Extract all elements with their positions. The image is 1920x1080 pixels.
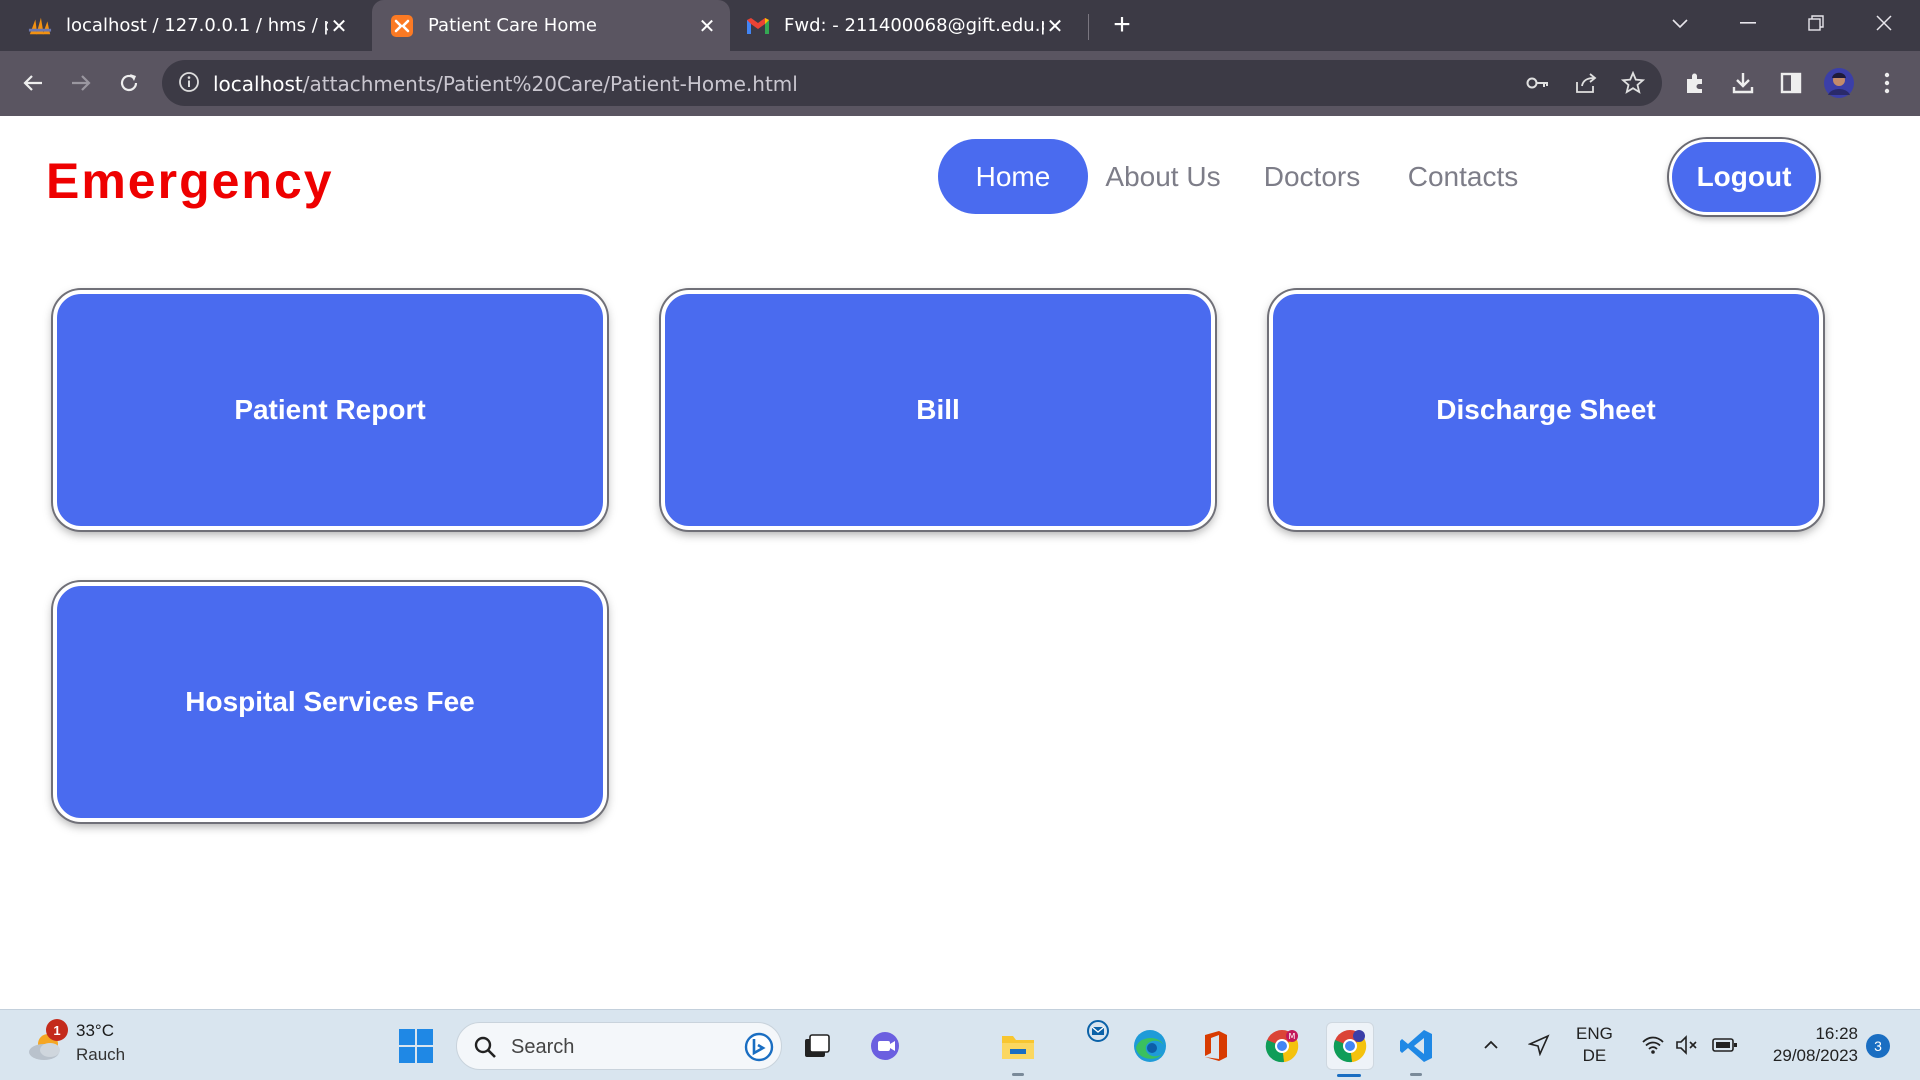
brand-title: Emergency [46, 153, 334, 209]
nav-contacts[interactable]: Contacts [1398, 139, 1528, 214]
keyboard-layout: DE [1582, 1046, 1607, 1065]
active-indicator [1337, 1074, 1361, 1077]
search-placeholder: Search [511, 1036, 575, 1058]
file-explorer-icon[interactable] [996, 1024, 1040, 1076]
url-path: /attachments/Patient%20Care/Patient-Home… [302, 72, 798, 96]
volume-muted-icon[interactable] [1672, 1030, 1702, 1060]
task-view-icon[interactable] [795, 1024, 839, 1068]
window-close-icon[interactable] [1864, 8, 1904, 38]
card-hospital-services-fee[interactable]: Hospital Services Fee [53, 582, 607, 822]
extensions-puzzle-icon[interactable] [1676, 64, 1714, 102]
language-indicator[interactable]: ENG DE [1576, 1023, 1613, 1067]
windows-taskbar: 1 33°C Rauch Search M ENG DE 16:28 29/08… [0, 1009, 1920, 1080]
close-icon[interactable]: ✕ [696, 14, 718, 38]
weather-badge: 1 [46, 1019, 68, 1041]
close-icon[interactable]: ✕ [328, 14, 350, 38]
close-icon[interactable]: ✕ [1044, 14, 1066, 38]
site-info-icon[interactable] [178, 71, 202, 95]
chrome-profile-icon[interactable]: M [1260, 1024, 1304, 1068]
password-key-icon[interactable] [1524, 69, 1552, 97]
chrome-active-icon[interactable] [1326, 1022, 1374, 1077]
battery-icon[interactable] [1710, 1030, 1740, 1060]
browser-tab-strip: localhost / 127.0.0.1 / hms / patie ✕ Pa… [0, 0, 1920, 51]
running-indicator [1410, 1073, 1422, 1076]
notification-badge[interactable]: 3 [1866, 1034, 1890, 1058]
browser-toolbar: localhost/attachments/Patient%20Care/Pat… [0, 51, 1920, 116]
xampp-icon [390, 14, 414, 38]
card-bill[interactable]: Bill [661, 290, 1215, 530]
wifi-icon[interactable] [1638, 1030, 1668, 1060]
phpmyadmin-icon [28, 14, 52, 38]
card-discharge-sheet[interactable]: Discharge Sheet [1269, 290, 1823, 530]
side-panel-icon[interactable] [1772, 64, 1810, 102]
tab-title: localhost / 127.0.0.1 / hms / patie [66, 15, 328, 36]
minimize-icon[interactable] [1728, 8, 1768, 38]
edge-browser-icon[interactable] [1128, 1024, 1172, 1068]
language-code: ENG [1576, 1024, 1613, 1043]
weather-temperature[interactable]: 33°C [76, 1021, 114, 1041]
weather-description[interactable]: Rauch [76, 1045, 125, 1065]
svg-text:M: M [1289, 1032, 1296, 1041]
address-bar[interactable]: localhost/attachments/Patient%20Care/Pat… [162, 60, 1662, 106]
tab-title: Fwd: - 211400068@gift.edu.pk - [784, 15, 1044, 36]
more-menu-icon[interactable] [1868, 64, 1906, 102]
page-content: Emergency Home About Us Doctors Contacts… [0, 116, 1920, 1009]
tab-gmail[interactable]: Fwd: - 211400068@gift.edu.pk - ✕ [742, 0, 1078, 51]
tab-patient-care-home[interactable]: Patient Care Home ✕ [372, 0, 730, 51]
restore-icon[interactable] [1796, 8, 1836, 38]
bookmark-star-icon[interactable] [1619, 69, 1647, 97]
running-indicator [1012, 1073, 1024, 1076]
tab-phpmyadmin[interactable]: localhost / 127.0.0.1 / hms / patie ✕ [14, 0, 362, 51]
back-arrow-icon[interactable] [14, 64, 52, 102]
gmail-icon [746, 14, 770, 38]
tab-divider [1088, 14, 1089, 40]
teams-chat-icon[interactable] [864, 1024, 908, 1068]
location-arrow-icon[interactable] [1524, 1030, 1554, 1060]
nav-about-us[interactable]: About Us [1098, 139, 1228, 214]
bing-chat-icon[interactable] [743, 1031, 775, 1063]
url-host: localhost [213, 72, 303, 96]
outlook-mail-icon[interactable] [1076, 1016, 1120, 1046]
new-tab-plus-icon[interactable]: + [1108, 10, 1136, 40]
nav-doctors[interactable]: Doctors [1250, 139, 1374, 214]
reload-icon[interactable] [110, 64, 148, 102]
vscode-icon[interactable] [1394, 1024, 1438, 1076]
tab-title: Patient Care Home [428, 15, 597, 36]
clock-date: 29/08/2023 [1772, 1046, 1858, 1065]
download-icon[interactable] [1724, 64, 1762, 102]
url-text: localhost/attachments/Patient%20Care/Pat… [213, 72, 798, 96]
taskbar-search[interactable]: Search [456, 1022, 782, 1070]
tray-chevron-up-icon[interactable] [1476, 1030, 1506, 1060]
system-clock[interactable]: 16:28 29/08/2023 [1756, 1023, 1858, 1067]
clock-time: 16:28 [1815, 1024, 1858, 1043]
office-icon[interactable] [1194, 1024, 1238, 1068]
windows-start-icon[interactable] [398, 1028, 434, 1064]
nav-home[interactable]: Home [938, 139, 1088, 214]
logout-button[interactable]: Logout [1669, 139, 1819, 215]
profile-avatar[interactable] [1820, 64, 1858, 102]
share-icon[interactable] [1572, 69, 1600, 97]
tab-search-chevron-icon[interactable] [1660, 8, 1700, 38]
search-icon [473, 1035, 497, 1059]
forward-arrow-icon[interactable] [62, 64, 100, 102]
card-patient-report[interactable]: Patient Report [53, 290, 607, 530]
